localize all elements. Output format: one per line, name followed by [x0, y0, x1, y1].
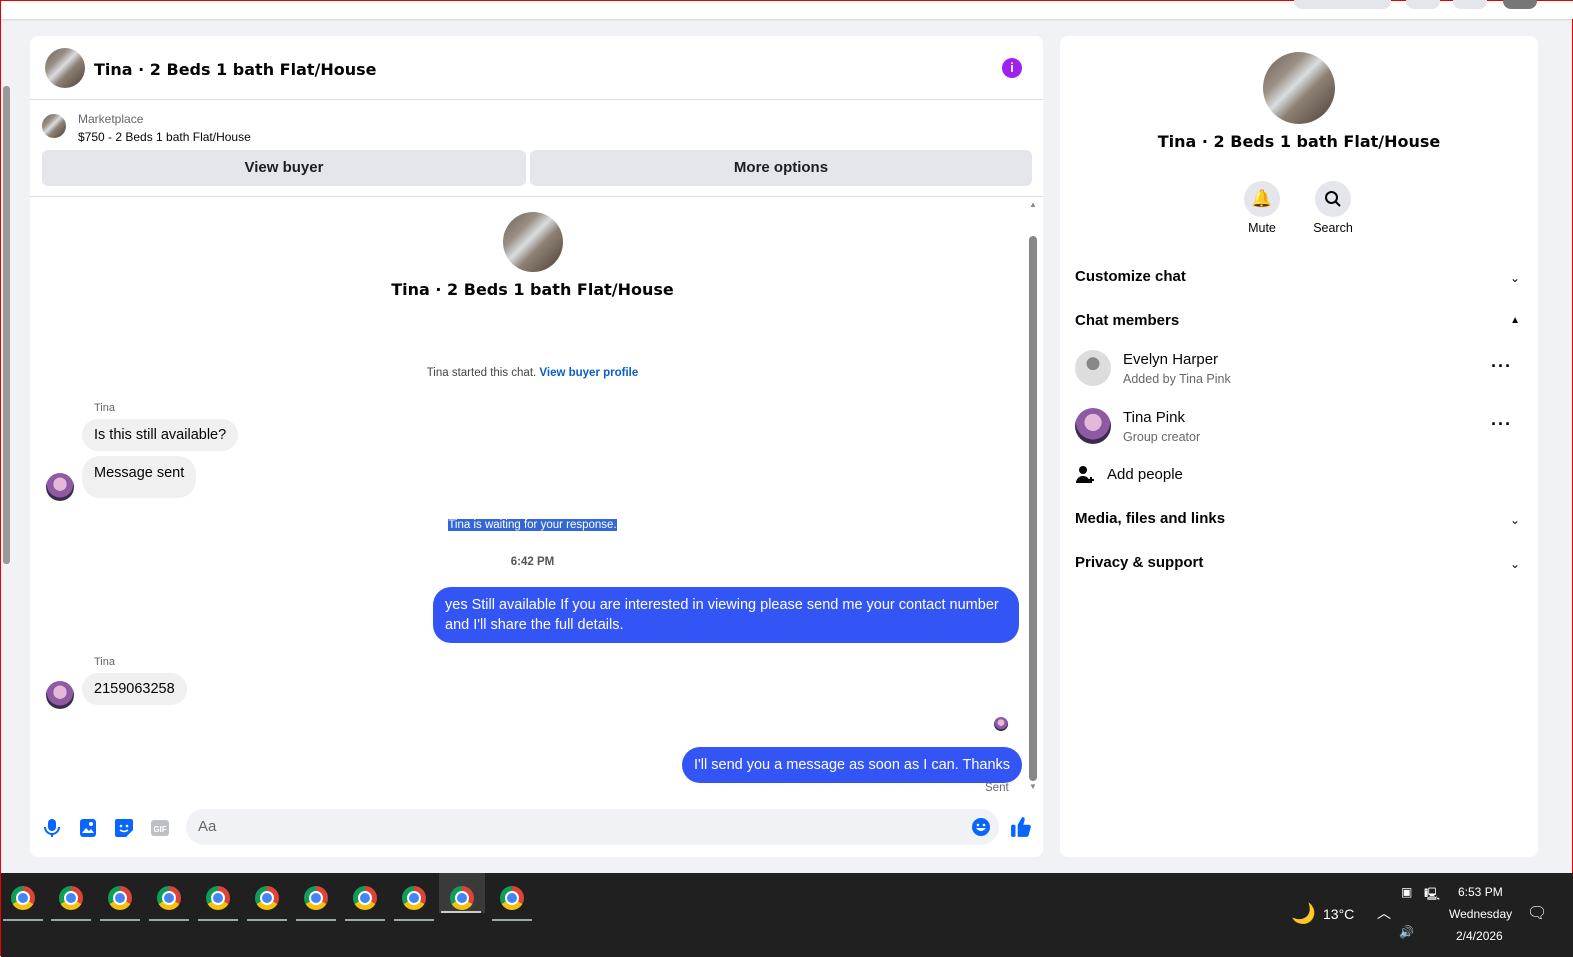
waiting-text: Tina is waiting for your response. — [448, 519, 617, 531]
view-buyer-button[interactable]: View buyer — [42, 150, 526, 186]
taskbar: 🌙 13°C ︿ ▣ 🖳 🔊 6:53 PM Wednesday 2/4/202… — [1, 873, 1573, 957]
taskbar-chrome-icon[interactable] — [392, 881, 436, 921]
member-avatar — [1075, 350, 1111, 386]
tina-avatar — [46, 473, 74, 501]
network-icon[interactable]: 🖳 — [1424, 885, 1440, 906]
page-scrollbar[interactable] — [3, 86, 10, 564]
info-avatar — [1263, 52, 1335, 124]
gif-icon[interactable]: GIF — [150, 818, 170, 838]
scroll-up-arrow[interactable]: ▲ — [1029, 200, 1037, 209]
search-button[interactable] — [1315, 181, 1351, 217]
add-people-label: Add people — [1107, 466, 1183, 483]
more-options-button[interactable]: More options — [530, 150, 1032, 186]
read-receipt-avatar — [994, 717, 1008, 731]
photo-icon[interactable] — [78, 818, 98, 838]
member-avatar — [1075, 408, 1111, 444]
chevron-down-icon: ⌄ — [1509, 557, 1520, 571]
marketplace-label: Marketplace — [78, 112, 144, 126]
member-name: Evelyn Harper — [1123, 351, 1219, 368]
svg-text:GIF: GIF — [153, 825, 166, 834]
notification-icon[interactable]: 🗨 — [1527, 903, 1547, 923]
chat-scrollbar[interactable] — [1029, 236, 1037, 781]
chat-avatar[interactable] — [45, 48, 85, 88]
sender-name: Tina — [94, 656, 115, 668]
clock-day[interactable]: Wednesday — [1449, 907, 1512, 921]
member-sub: Group creator — [1123, 430, 1201, 444]
taskbar-chrome-icon[interactable] — [147, 881, 191, 921]
timestamp: 6:42 PM — [510, 556, 555, 568]
mute-button[interactable]: 🔔 — [1244, 181, 1280, 217]
microphone-icon[interactable] — [42, 818, 62, 838]
intro-avatar — [502, 212, 563, 272]
intro-avatar-wrap — [30, 212, 1035, 277]
sent-status: Sent — [985, 782, 1009, 794]
clock-date[interactable]: 2/4/2026 — [1456, 929, 1503, 943]
chat-info-panel: Tina · 2 Beds 1 bath Flat/House 🔔 Mute S… — [1060, 36, 1538, 857]
chevron-down-icon: ⌄ — [1509, 513, 1520, 527]
top-search-pill[interactable] — [1294, 0, 1391, 9]
taskbar-chrome-icon[interactable] — [343, 881, 387, 921]
listing-thumbnail — [42, 114, 66, 138]
chevron-down-icon: ⌄ — [1509, 271, 1520, 285]
sticker-icon[interactable] — [114, 818, 134, 838]
taskbar-chrome-icon[interactable] — [490, 881, 534, 921]
clock-time[interactable]: 6:53 PM — [1458, 885, 1503, 899]
started-chat-note: Tina started this chat. View buyer profi… — [30, 367, 1035, 379]
customize-chat-label: Customize chat — [1075, 268, 1186, 285]
tina-avatar — [46, 681, 74, 709]
taskbar-chrome-icon[interactable] — [98, 881, 142, 921]
taskbar-chrome-icon-active[interactable] — [439, 873, 485, 913]
tray-chevron-up-icon[interactable]: ︿ — [1377, 903, 1391, 923]
chat-title[interactable]: Tina · 2 Beds 1 bath Flat/House — [94, 60, 377, 79]
system-message: Tina is waiting for your response. — [30, 519, 1035, 531]
incoming-message: Message sent — [82, 456, 197, 498]
outgoing-message: I'll send you a message as soon as I can… — [682, 747, 1023, 783]
divider — [30, 196, 1043, 197]
outgoing-message: yes Still available If you are intereste… — [433, 587, 1019, 643]
intro-title: Tina · 2 Beds 1 bath Flat/House — [391, 280, 674, 299]
chat-members-label: Chat members — [1075, 312, 1180, 329]
info-avatar-wrap — [1060, 52, 1538, 129]
member-sub: Added by Tina Pink — [1123, 372, 1231, 386]
listing-title: $750 - 2 Beds 1 bath Flat/House — [78, 130, 251, 144]
mute-label: Mute — [1248, 221, 1276, 235]
taskbar-chrome-icon[interactable] — [49, 881, 93, 921]
message-input[interactable]: Aa — [186, 809, 999, 845]
taskbar-chrome-icon[interactable] — [294, 881, 338, 921]
incoming-message: Is this still available? — [82, 419, 239, 451]
media-label: Media, files and links — [1075, 510, 1226, 527]
taskbar-chrome-icon[interactable] — [196, 881, 240, 921]
info-icon[interactable]: i — [1002, 58, 1022, 78]
profile-avatar[interactable] — [1503, 0, 1537, 9]
taskbar-chrome-icon[interactable] — [1, 881, 45, 921]
started-text: Tina started this chat. — [426, 367, 537, 379]
weather-moon-icon[interactable]: 🌙 — [1291, 901, 1316, 926]
info-title: Tina · 2 Beds 1 bath Flat/House — [1157, 132, 1441, 151]
top-menu-button[interactable] — [1406, 0, 1440, 9]
member-name: Tina Pink — [1123, 409, 1185, 426]
chevron-up-icon: ▲ — [1510, 315, 1520, 326]
weather-temp[interactable]: 13°C — [1323, 906, 1354, 922]
emoji-icon[interactable] — [971, 817, 991, 837]
chat-panel: Tina · 2 Beds 1 bath Flat/House i Market… — [30, 36, 1043, 857]
privacy-label: Privacy & support — [1075, 554, 1204, 571]
search-icon — [1325, 191, 1341, 207]
sender-name: Tina — [94, 402, 115, 414]
incoming-message: 2159063258 — [82, 673, 187, 705]
bell-icon: 🔔 — [1251, 189, 1273, 208]
volume-icon[interactable]: 🔊 — [1399, 925, 1414, 939]
more-icon[interactable]: ··· — [1491, 356, 1512, 377]
more-icon[interactable]: ··· — [1491, 414, 1512, 435]
chat-header: Tina · 2 Beds 1 bath Flat/House i — [30, 36, 1043, 100]
add-person-icon — [1076, 466, 1094, 483]
browser-top-bar — [1, 0, 1573, 19]
camera-icon[interactable]: ▣ — [1401, 885, 1412, 899]
view-buyer-profile-link[interactable]: View buyer profile — [539, 367, 638, 379]
scroll-down-arrow[interactable]: ▼ — [1029, 782, 1037, 791]
thumbs-up-icon[interactable] — [1010, 816, 1032, 838]
taskbar-chrome-icon[interactable] — [245, 881, 289, 921]
top-notifications-button[interactable] — [1453, 0, 1487, 9]
search-label: Search — [1313, 221, 1353, 235]
